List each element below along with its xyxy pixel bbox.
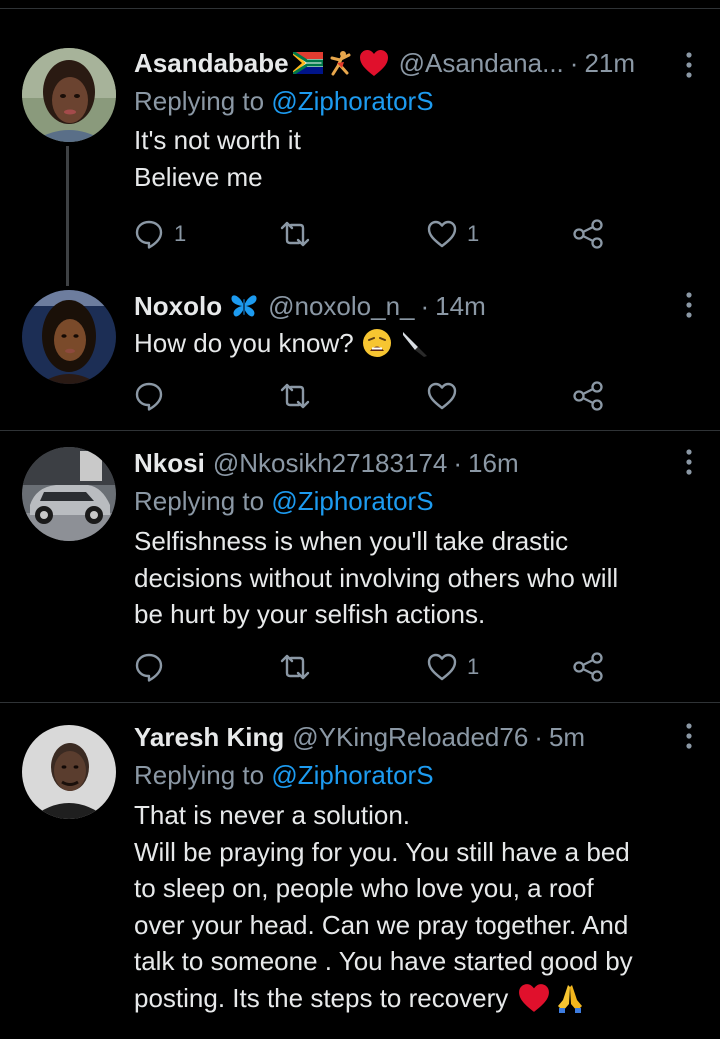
display-name[interactable]: Yaresh King xyxy=(134,720,284,754)
replying-label: Replying to xyxy=(134,760,265,790)
name-emoji-badges xyxy=(230,293,258,319)
tweet-actions xyxy=(134,379,614,413)
tweet-line: Selfishness is when you'll take drastic xyxy=(134,526,569,556)
like-button[interactable] xyxy=(427,379,467,413)
tweet-text: It's not worth it Believe me xyxy=(134,122,700,195)
tweet-header: Asandababe @Asandana... · 21m xyxy=(134,46,700,80)
separator-dot: · xyxy=(453,448,463,478)
avatar[interactable] xyxy=(22,290,116,384)
tweet-noxolo[interactable]: Noxolo @noxolo_n_ · 14m How do you know? xyxy=(0,280,720,430)
tweet-line: talk to someone . You have started good … xyxy=(134,946,633,976)
timestamp[interactable]: 16m xyxy=(468,446,519,480)
reply-button[interactable] xyxy=(134,650,174,684)
retweet-icon xyxy=(280,654,310,680)
tweet-line: to sleep on, people who love you, a roof xyxy=(134,873,594,903)
tweet-text: Selfishness is when you'll take drastic … xyxy=(134,523,700,633)
timestamp[interactable]: 21m xyxy=(584,46,635,80)
heart-outline-icon xyxy=(427,220,457,248)
display-name[interactable]: Noxolo xyxy=(134,289,222,323)
reply-icon xyxy=(135,653,163,682)
avatar[interactable] xyxy=(22,48,116,142)
share-button[interactable] xyxy=(572,650,604,684)
retweet-button[interactable] xyxy=(279,379,321,413)
mention-link[interactable]: @ZiphoratorS xyxy=(271,760,433,790)
red-heart-icon xyxy=(359,50,388,76)
separator-dot: · xyxy=(420,291,430,321)
avatar[interactable] xyxy=(22,447,116,541)
name-emoji-badges xyxy=(292,49,389,77)
tweet-text: That is never a solution. Will be prayin… xyxy=(134,797,700,1016)
heart-outline-icon xyxy=(427,653,457,681)
tweet-line: It's not worth it xyxy=(134,125,301,155)
south-africa-flag-icon xyxy=(292,52,323,74)
user-handle[interactable]: @Asandana... xyxy=(399,46,564,80)
replying-label: Replying to xyxy=(134,86,265,116)
share-icon xyxy=(573,652,603,682)
tweet-line: posting. Its the steps to recovery xyxy=(134,982,509,1013)
mention-link[interactable]: @ZiphoratorS xyxy=(271,86,433,116)
reply-button[interactable] xyxy=(134,379,174,413)
tweet-actions: 1 1 xyxy=(134,217,614,251)
user-handle[interactable]: @Nkosikh27183174 xyxy=(213,446,448,480)
tweet-header: Noxolo @noxolo_n_ · 14m xyxy=(134,289,700,323)
red-heart-icon xyxy=(519,983,550,1012)
tweet-header: Nkosi @Nkosikh27183174 · 16m xyxy=(134,446,700,480)
separator-dot: · xyxy=(534,722,543,752)
share-button[interactable] xyxy=(572,217,604,251)
like-button[interactable]: 1 xyxy=(427,217,479,251)
more-options-icon[interactable] xyxy=(686,449,692,475)
more-options-icon[interactable] xyxy=(686,52,692,78)
retweet-button[interactable] xyxy=(279,217,321,251)
more-options-icon[interactable] xyxy=(686,723,692,749)
butterfly-icon xyxy=(231,295,257,317)
tweet-asandababe[interactable]: Asandababe @Asandana... · 21m Replying t… xyxy=(0,0,720,290)
heart-outline-icon xyxy=(427,382,457,410)
share-icon xyxy=(573,219,603,249)
display-name[interactable]: Asandababe xyxy=(134,46,289,80)
timestamp[interactable]: 14m xyxy=(435,289,486,323)
reply-count: 1 xyxy=(174,221,187,246)
user-handle[interactable]: @YKingReloaded76 xyxy=(292,720,528,754)
replying-label: Replying to xyxy=(134,486,265,516)
like-button[interactable]: 1 xyxy=(427,650,479,684)
tweet-line: Will be praying for you. You still have … xyxy=(134,836,630,867)
replying-to: Replying to @ZiphoratorS xyxy=(134,83,700,119)
tweet-line: That is never a solution. xyxy=(134,800,411,830)
reply-icon xyxy=(135,382,163,411)
reply-icon xyxy=(135,220,163,249)
more-options-icon[interactable] xyxy=(686,292,692,318)
user-handle[interactable]: @noxolo_n_ xyxy=(268,289,414,323)
dancer-icon xyxy=(330,51,351,76)
timestamp[interactable]: 5m xyxy=(549,720,585,754)
separator-dot: · xyxy=(569,48,579,78)
tweet-actions: 1 xyxy=(134,650,614,684)
reply-button[interactable]: 1 xyxy=(134,217,186,251)
like-count: 1 xyxy=(467,654,480,679)
tweet-line: How do you know? xyxy=(134,328,354,358)
tweet-yaresh-king[interactable]: Yaresh King @YKingReloaded76 · 5m Replyi… xyxy=(0,703,720,1039)
tweet-line: Believe me xyxy=(134,161,263,192)
tweet-line: be hurt by your selfish actions. xyxy=(134,599,486,629)
like-count: 1 xyxy=(467,221,480,246)
tweet-text: How do you know? xyxy=(134,325,700,362)
tweet-line: over your head. Can we pray together. An… xyxy=(134,909,629,940)
mention-link[interactable]: @ZiphoratorS xyxy=(271,486,433,516)
replying-to: Replying to @ZiphoratorS xyxy=(134,757,700,793)
praying-hands-icon xyxy=(558,984,583,1013)
weary-face-icon xyxy=(362,329,391,358)
tweet-line: decisions without involving others who w… xyxy=(134,562,619,593)
replying-to: Replying to @ZiphoratorS xyxy=(134,483,700,519)
knife-icon xyxy=(402,332,427,358)
retweet-icon xyxy=(280,383,310,409)
avatar[interactable] xyxy=(22,725,116,819)
retweet-button[interactable] xyxy=(279,650,321,684)
display-name[interactable]: Nkosi xyxy=(134,446,205,480)
tweet-header: Yaresh King @YKingReloaded76 · 5m xyxy=(134,720,700,754)
retweet-icon xyxy=(280,221,310,247)
tweet-nkosi[interactable]: Nkosi @Nkosikh27183174 · 16m Replying to… xyxy=(0,431,720,702)
share-icon xyxy=(573,381,603,411)
share-button[interactable] xyxy=(572,379,604,413)
